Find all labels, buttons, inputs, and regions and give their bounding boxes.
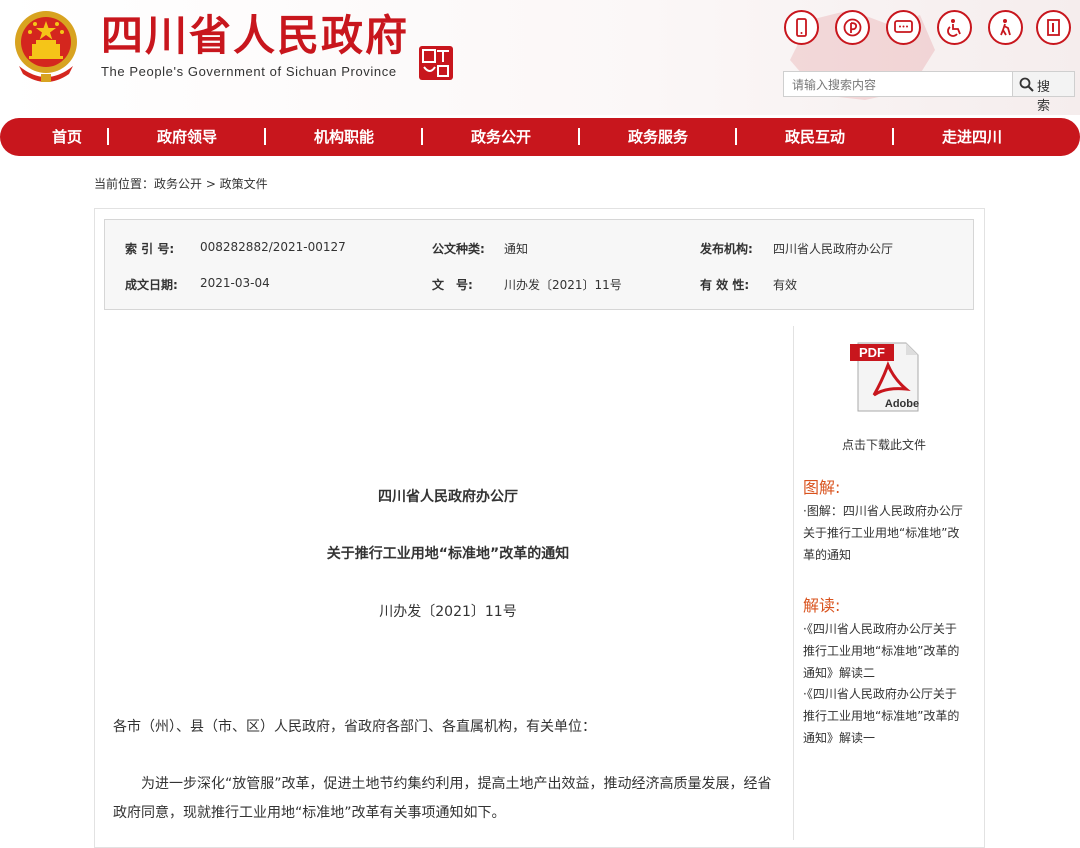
site-title[interactable]: 四川省人民政府: [101, 10, 409, 62]
nav-item-open-gov[interactable]: 政务公开: [471, 118, 531, 156]
document-issuer: 四川省人民政府办公厅: [378, 489, 518, 505]
pdf-adobe-icon[interactable]: PDF Adobe: [848, 339, 922, 413]
breadcrumb: 当前位置：政务公开 > 政策文件: [94, 177, 268, 191]
interpret-heading: 解读:: [803, 596, 841, 615]
interpret-link-2[interactable]: ·《四川省人民政府办公厅关于推行工业用地“标准地”改革的通知》解读二: [803, 618, 968, 684]
sidebar-divider: [793, 326, 794, 840]
pinterest-icon[interactable]: [835, 10, 870, 45]
nav-item-functions[interactable]: 机构职能: [314, 118, 374, 156]
national-emblem-icon: [15, 11, 77, 82]
site-header: 四川省人民政府 The People's Government of Sichu…: [0, 0, 1080, 115]
exit-icon[interactable]: [1036, 10, 1071, 45]
search-button[interactable]: 搜 索: [1013, 71, 1075, 114]
meta-issuer-label: 发布机构:: [700, 242, 753, 256]
pdf-label: PDF: [859, 345, 885, 360]
nav-separator: [421, 128, 423, 145]
document-number: 川办发〔2021〕11号: [379, 604, 517, 620]
nav-separator: [264, 128, 266, 145]
nav-item-interaction[interactable]: 政民互动: [785, 118, 845, 156]
meta-doc-no-label: 文 号:: [432, 278, 473, 292]
meta-type-label: 公文种类:: [432, 242, 485, 256]
pdf-brand: Adobe: [885, 398, 919, 410]
meta-index-label: 索 引 号:: [125, 242, 175, 256]
nav-item-leaders[interactable]: 政府领导: [157, 118, 217, 156]
meta-validity-label: 有 效 性:: [700, 278, 750, 292]
message-icon[interactable]: [886, 10, 921, 45]
nav-separator: [735, 128, 737, 145]
nav-separator: [107, 128, 109, 145]
meta-index-value: 008282882/2021-00127: [200, 240, 346, 254]
meta-type-value: 通知: [504, 242, 529, 256]
meta-date-value: 2021-03-04: [200, 276, 270, 290]
search-icon: [1019, 77, 1034, 92]
search-input[interactable]: 请输入搜索内容: [783, 71, 1013, 97]
document-meta: 索 引 号: 008282882/2021-00127 公文种类: 通知 发布机…: [104, 219, 974, 310]
meta-issuer-value: 四川省人民政府办公厅: [773, 242, 894, 256]
interpret-link-1[interactable]: ·《四川省人民政府办公厅关于推行工业用地“标准地”改革的通知》解读一: [803, 683, 968, 749]
elderly-icon[interactable]: [988, 10, 1023, 45]
nav-separator: [578, 128, 580, 145]
toolbar-icons: [784, 10, 1072, 50]
nav-item-services[interactable]: 政务服务: [628, 118, 688, 156]
graphic-link[interactable]: ·图解：四川省人民政府办公厅关于推行工业用地“标准地”改革的通知: [803, 500, 968, 566]
meta-validity-value: 有效: [773, 278, 798, 292]
main-nav: 首页 政府领导 机构职能 政务公开 政务服务 政民互动 走进四川: [0, 118, 1080, 156]
nav-item-about-sichuan[interactable]: 走进四川: [942, 118, 1002, 156]
download-file-link[interactable]: 点击下载此文件: [794, 436, 974, 453]
china-seal-icon: [419, 46, 453, 80]
search-button-label: 搜 索: [1037, 80, 1054, 114]
mobile-icon[interactable]: [784, 10, 819, 45]
nav-separator: [892, 128, 894, 145]
meta-date-label: 成文日期:: [125, 278, 178, 292]
graphic-heading: 图解:: [803, 478, 841, 497]
document-body: 为进一步深化“放管服”改革，促进土地节约集约利用，提高土地产出效益，推动经济高质…: [113, 776, 772, 821]
nav-item-home[interactable]: 首页: [52, 118, 82, 156]
accessibility-icon[interactable]: [937, 10, 972, 45]
document-title: 关于推行工业用地“标准地”改革的通知: [326, 546, 570, 562]
meta-doc-no-value: 川办发〔2021〕11号: [504, 278, 622, 292]
document-greeting: 各市（州）、县（市、区）人民政府，省政府各部门、各直属机构，有关单位：: [113, 719, 596, 735]
site-subtitle: The People's Government of Sichuan Provi…: [101, 64, 397, 79]
